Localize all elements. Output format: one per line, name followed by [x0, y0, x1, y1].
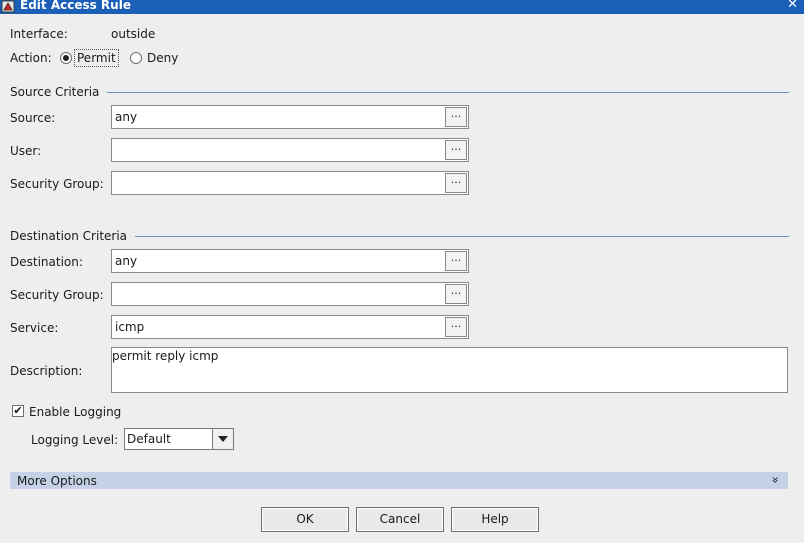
source-label: Source:: [10, 111, 56, 125]
help-button[interactable]: Help: [451, 507, 539, 532]
destination-security-group-field[interactable]: ...: [111, 282, 469, 306]
enable-logging-checkbox[interactable]: ✔: [12, 405, 24, 417]
service-browse-button[interactable]: ...: [445, 317, 467, 337]
source-criteria-heading: Source Criteria: [10, 85, 100, 99]
destination-value: any: [115, 254, 138, 268]
more-options-label: More Options: [17, 474, 97, 488]
interface-label: Interface:: [10, 27, 68, 41]
double-chevron-down-icon[interactable]: »: [767, 476, 783, 483]
service-value: icmp: [115, 320, 145, 334]
source-criteria-divider: [107, 92, 789, 93]
source-security-group-browse-button[interactable]: ...: [445, 173, 467, 193]
source-value: any: [115, 110, 138, 124]
destination-criteria-divider: [135, 236, 789, 237]
source-browse-button[interactable]: ...: [445, 107, 467, 127]
logging-level-select[interactable]: Default: [124, 428, 234, 450]
user-label: User:: [10, 144, 42, 158]
chevron-down-icon[interactable]: [212, 429, 233, 449]
interface-value: outside: [111, 27, 156, 41]
app-icon: [1, 0, 15, 13]
service-label: Service:: [10, 321, 59, 335]
permit-label[interactable]: Permit: [77, 51, 116, 65]
logging-level-value: Default: [127, 432, 171, 446]
cancel-button[interactable]: Cancel: [356, 507, 444, 532]
ok-button[interactable]: OK: [261, 507, 349, 532]
destination-label: Destination:: [10, 255, 83, 269]
destination-security-group-label: Security Group:: [10, 288, 104, 302]
description-textarea[interactable]: permit reply icmp: [111, 347, 788, 393]
logging-level-label: Logging Level:: [31, 433, 119, 447]
source-security-group-label: Security Group:: [10, 177, 104, 191]
destination-browse-button[interactable]: ...: [445, 251, 467, 271]
description-label: Description:: [10, 364, 83, 378]
action-label: Action:: [10, 51, 52, 65]
destination-security-group-browse-button[interactable]: ...: [445, 284, 467, 304]
deny-radio[interactable]: [130, 52, 142, 64]
destination-criteria-heading: Destination Criteria: [10, 229, 128, 243]
destination-field[interactable]: any ...: [111, 249, 469, 273]
user-field[interactable]: ...: [111, 138, 469, 162]
close-icon[interactable]: ✕: [787, 0, 798, 13]
source-security-group-field[interactable]: ...: [111, 171, 469, 195]
permit-radio[interactable]: [60, 52, 72, 64]
window-title: Edit Access Rule: [20, 0, 131, 12]
description-value: permit reply icmp: [112, 349, 219, 363]
deny-label[interactable]: Deny: [147, 51, 178, 65]
title-bar: Edit Access Rule ✕: [0, 0, 804, 14]
user-browse-button[interactable]: ...: [445, 140, 467, 160]
service-field[interactable]: icmp ...: [111, 315, 469, 339]
source-field[interactable]: any ...: [111, 105, 469, 129]
more-options-bar[interactable]: More Options »: [10, 472, 788, 489]
enable-logging-label[interactable]: Enable Logging: [29, 405, 121, 419]
